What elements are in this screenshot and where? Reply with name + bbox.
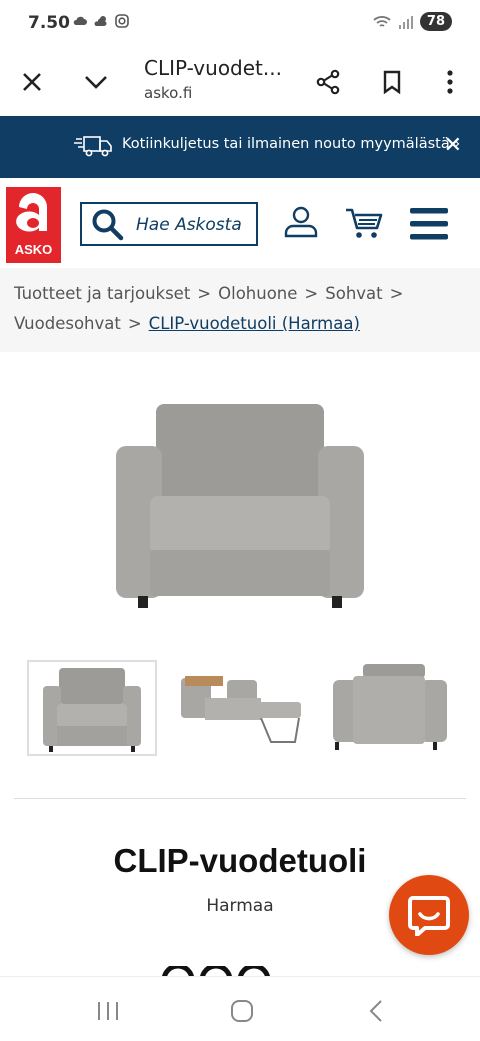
breadcrumb-separator: >: [127, 314, 142, 333]
thumbnail-gallery: [0, 660, 480, 758]
breadcrumb-current[interactable]: CLIP-vuodetuoli (Harmaa): [149, 314, 360, 333]
search-placeholder: Hae Askosta: [136, 215, 242, 235]
breadcrumb-link[interactable]: Sohvat: [325, 284, 382, 303]
site-header: ASKO Hae Askosta: [0, 178, 480, 268]
chair-bed-thumbnail: [181, 676, 301, 743]
share-icon: [316, 69, 340, 95]
instagram-icon: [115, 14, 129, 28]
product-main-image[interactable]: [110, 400, 370, 612]
page-url: asko.fi: [144, 84, 193, 102]
wifi-icon: [373, 15, 391, 27]
bookmark-icon: [383, 70, 401, 94]
user-account-icon[interactable]: [284, 206, 318, 238]
thumbnail-front[interactable]: [27, 660, 157, 756]
browser-toolbar: CLIP-vuodet... asko.fi: [0, 48, 480, 116]
status-bar: 7.50 78: [0, 0, 480, 48]
cloud-icon: [73, 16, 87, 25]
share-button[interactable]: [310, 64, 346, 100]
breadcrumb-separator: >: [389, 284, 404, 303]
status-time: 7.50: [28, 13, 70, 33]
asko-logo[interactable]: ASKO: [6, 187, 61, 263]
back-button[interactable]: [358, 993, 394, 1029]
back-icon: [369, 1000, 382, 1022]
cloud-sun-icon: [94, 16, 107, 26]
chat-button[interactable]: [389, 875, 469, 955]
more-vert-icon: [447, 70, 453, 94]
breadcrumb: Tuotteet ja tarjoukset > Olohuone > Sohvat > …: [0, 268, 480, 352]
section-divider: [14, 798, 466, 799]
home-button[interactable]: [224, 993, 260, 1029]
logo-mark-icon: [16, 193, 47, 232]
breadcrumb-separator: >: [304, 284, 319, 303]
search-input[interactable]: Hae Askosta: [80, 202, 258, 246]
delivery-truck-icon: [74, 136, 112, 157]
product-title: CLIP-vuodetuoli: [113, 842, 367, 879]
page-title: CLIP-vuodet...: [144, 56, 282, 80]
recent-apps-button[interactable]: [90, 993, 126, 1029]
breadcrumb-link[interactable]: Vuodesohvat: [14, 314, 121, 333]
hamburger-menu-icon[interactable]: [410, 208, 448, 240]
chair-front-thumbnail: [43, 668, 141, 752]
close-icon: [23, 73, 41, 91]
recent-apps-icon: [98, 1002, 118, 1020]
battery-indicator: 78: [419, 12, 452, 31]
system-nav-bar: [0, 976, 480, 1041]
logo-text: ASKO: [14, 242, 53, 257]
chevron-down-icon: [85, 76, 107, 89]
more-options-button[interactable]: [432, 64, 468, 100]
chair-back-thumbnail: [333, 664, 447, 750]
signal-icon: [398, 15, 413, 29]
promo-banner[interactable]: Kotiinkuljetus tai ilmainen nouto myymäl…: [0, 116, 480, 178]
thumbnail-bed-open[interactable]: [175, 660, 305, 756]
promo-text[interactable]: Kotiinkuljetus tai ilmainen nouto myymäl…: [122, 136, 460, 152]
breadcrumb-separator: >: [197, 284, 212, 303]
status-icons-left: [72, 13, 130, 29]
status-icons-right: 78: [372, 12, 452, 31]
thumbnail-back[interactable]: [325, 660, 455, 756]
breadcrumb-link[interactable]: Olohuone: [218, 284, 297, 303]
bookmark-button[interactable]: [374, 64, 410, 100]
minimize-button[interactable]: [78, 64, 114, 100]
chat-bubble-icon: [408, 896, 450, 936]
home-icon: [231, 1000, 253, 1022]
close-tab-button[interactable]: [14, 64, 50, 100]
breadcrumb-link[interactable]: Tuotteet ja tarjoukset: [14, 284, 190, 303]
shopping-cart-icon[interactable]: [344, 206, 384, 240]
promo-close-button[interactable]: ✕: [444, 133, 462, 158]
search-icon: [92, 209, 124, 241]
